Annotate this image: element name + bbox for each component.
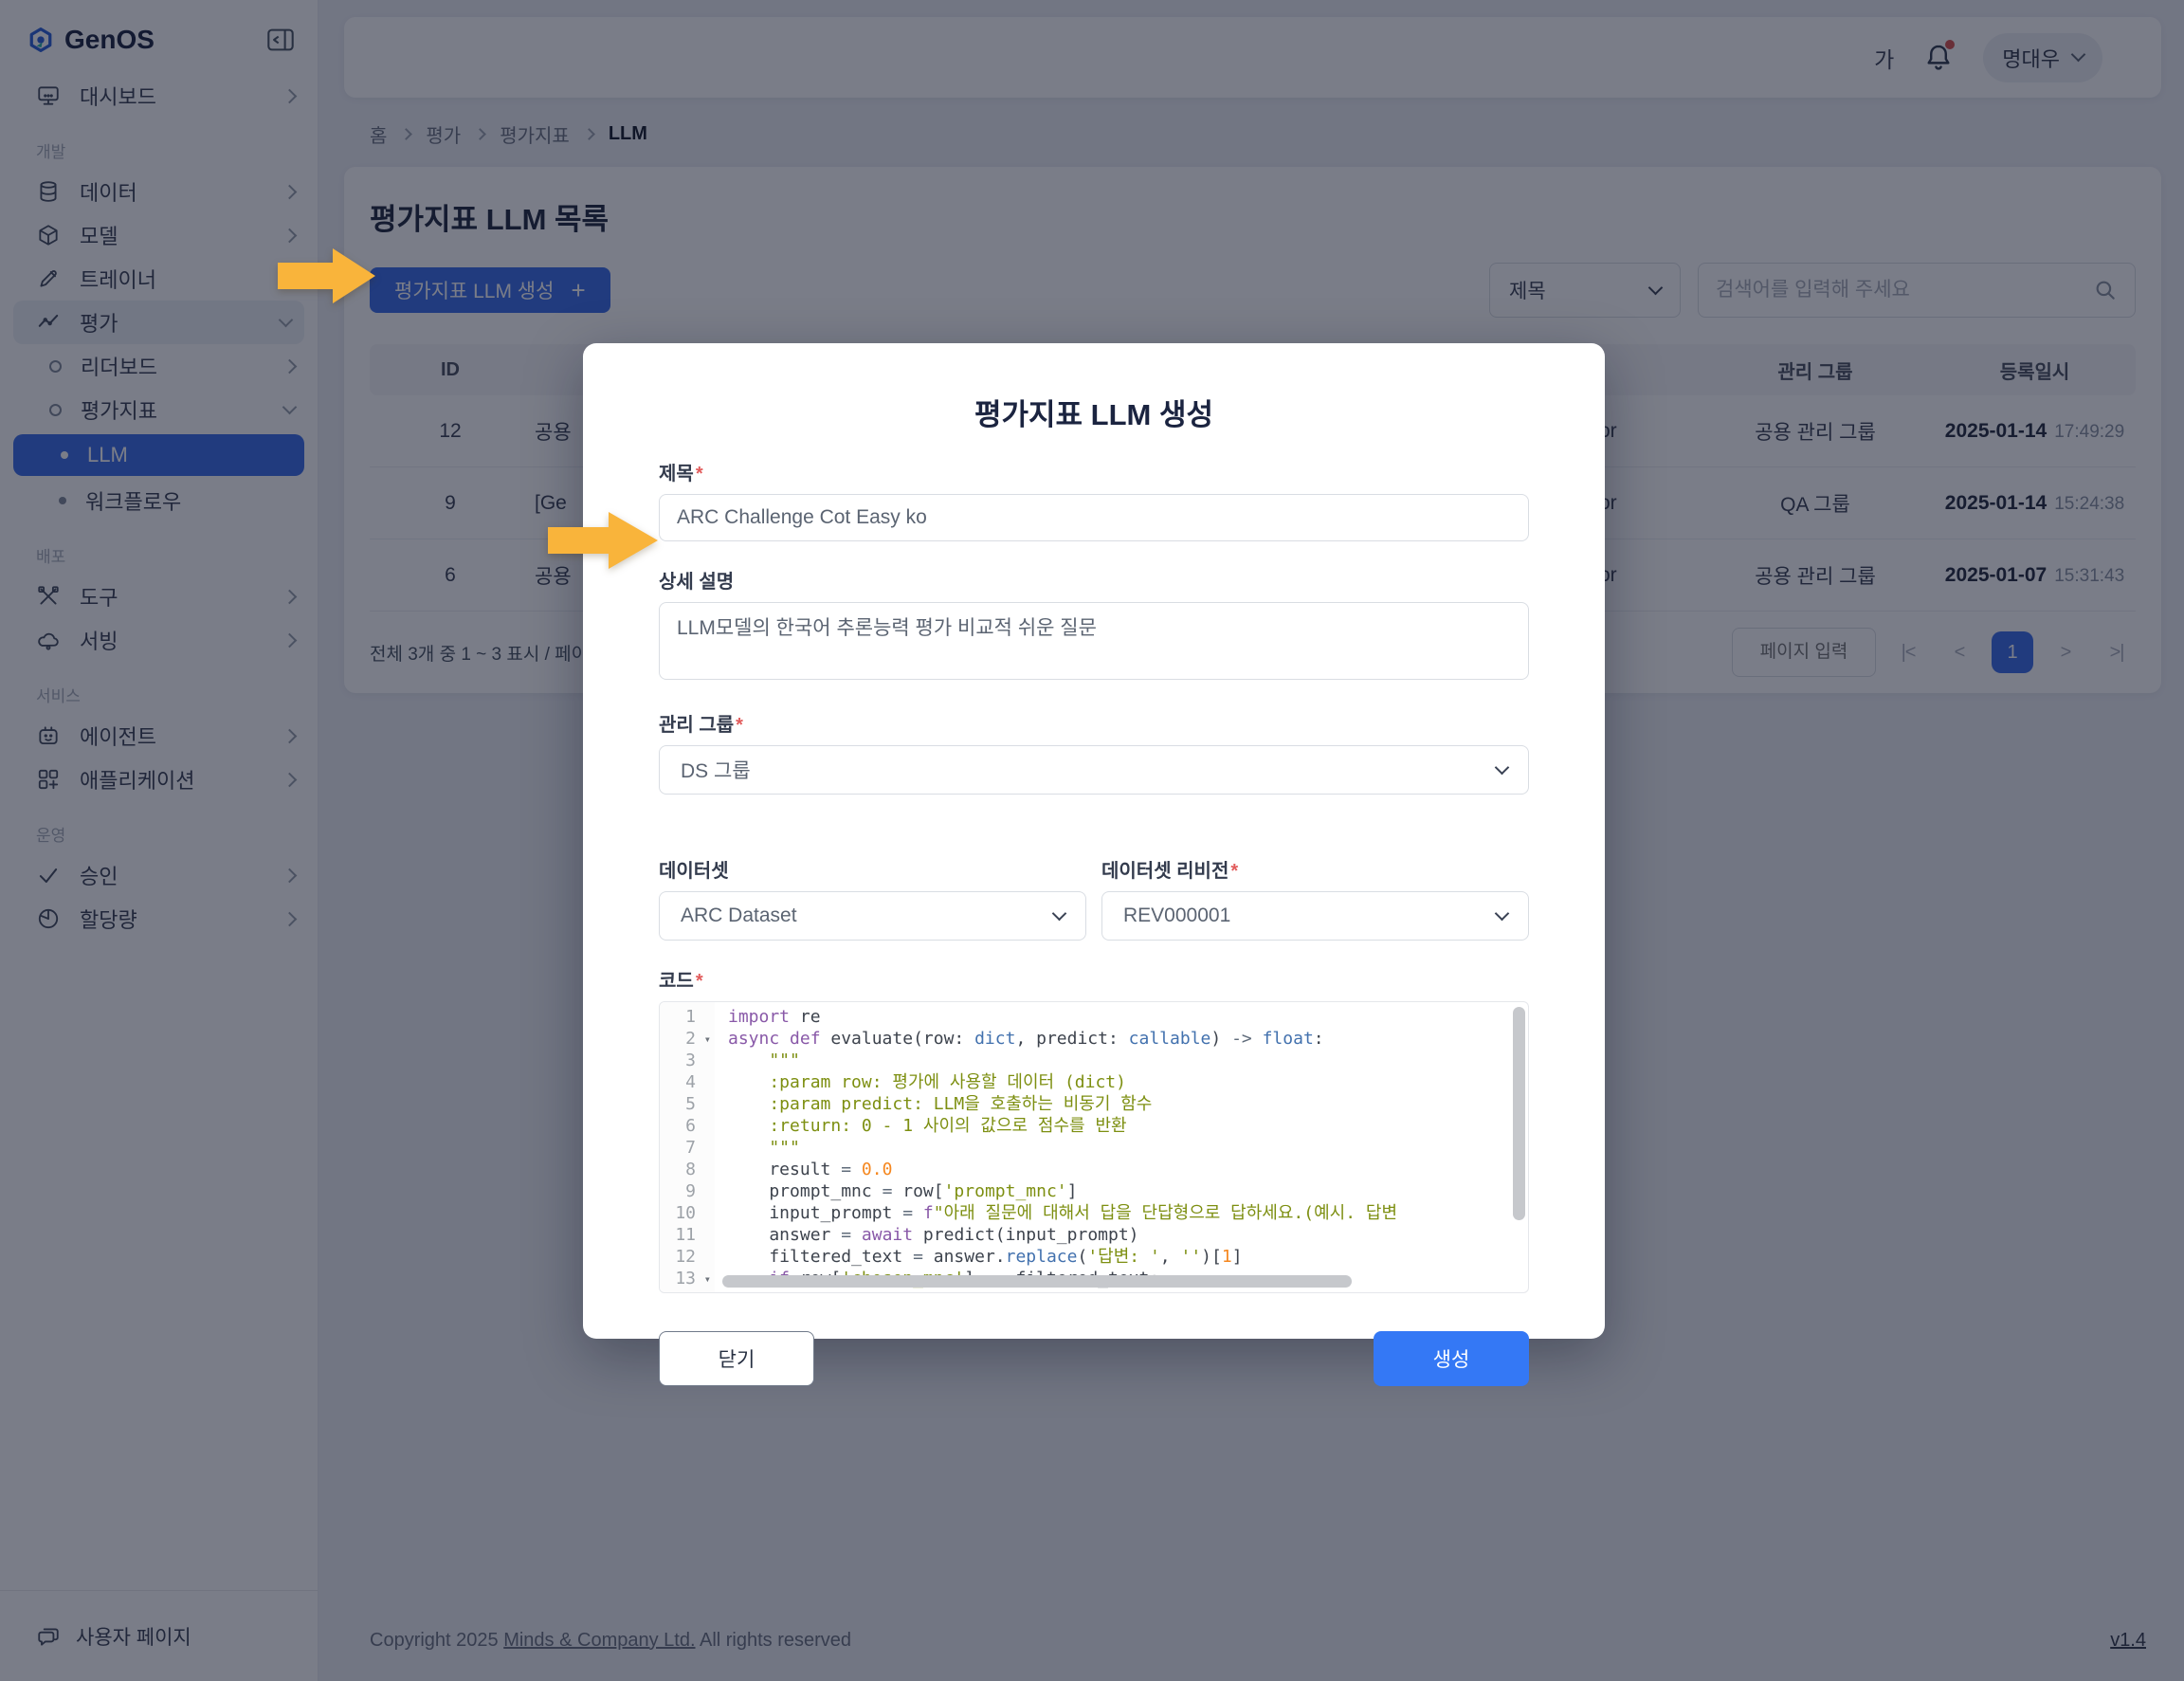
submit-button[interactable]: 생성 xyxy=(1374,1331,1529,1386)
chevron-down-icon xyxy=(1052,905,1067,921)
required-asterisk: * xyxy=(736,715,743,736)
group-select-value: DS 그룹 xyxy=(681,756,751,784)
dataset-field-label: 데이터셋 xyxy=(659,855,1086,883)
annotation-arrow-create-button xyxy=(278,247,377,305)
group-select[interactable]: DS 그룹 xyxy=(659,745,1529,795)
code-gutter: 12▾345678910111213▾14 xyxy=(660,1002,715,1292)
required-asterisk: * xyxy=(1230,861,1238,882)
description-field-label: 상세 설명 xyxy=(659,566,1529,594)
group-field-label: 관리 그룹* xyxy=(659,709,1529,737)
required-asterisk: * xyxy=(696,464,703,484)
dataset-select-value: ARC Dataset xyxy=(681,904,797,927)
chevron-down-icon xyxy=(1495,759,1510,775)
close-button[interactable]: 닫기 xyxy=(659,1331,814,1386)
code-editor-lines: import reasync def evaluate(row: dict, p… xyxy=(715,1002,1528,1292)
code-vertical-scrollbar[interactable] xyxy=(1513,1007,1525,1220)
title-field[interactable] xyxy=(659,494,1529,541)
modal-actions: 닫기 생성 xyxy=(659,1331,1529,1386)
modal-title: 평가지표 LLM 생성 xyxy=(659,391,1529,433)
create-metric-modal: 평가지표 LLM 생성 제목* 상세 설명 LLM모델의 한국어 추론능력 평가… xyxy=(583,343,1605,1339)
code-field-label: 코드* xyxy=(659,965,1529,993)
chevron-down-icon xyxy=(1495,905,1510,921)
annotation-arrow-title-field xyxy=(548,510,660,571)
code-editor[interactable]: 12▾345678910111213▾14 import reasync def… xyxy=(659,1001,1529,1293)
dataset-select[interactable]: ARC Dataset xyxy=(659,891,1086,941)
title-field-label: 제목* xyxy=(659,458,1529,485)
description-field[interactable]: LLM모델의 한국어 추론능력 평가 비교적 쉬운 질문 xyxy=(659,602,1529,680)
revision-field-label: 데이터셋 리비전* xyxy=(1101,855,1529,883)
required-asterisk: * xyxy=(696,971,703,992)
code-horizontal-scrollbar[interactable] xyxy=(722,1275,1352,1288)
revision-select[interactable]: REV000001 xyxy=(1101,891,1529,941)
revision-select-value: REV000001 xyxy=(1123,904,1230,927)
